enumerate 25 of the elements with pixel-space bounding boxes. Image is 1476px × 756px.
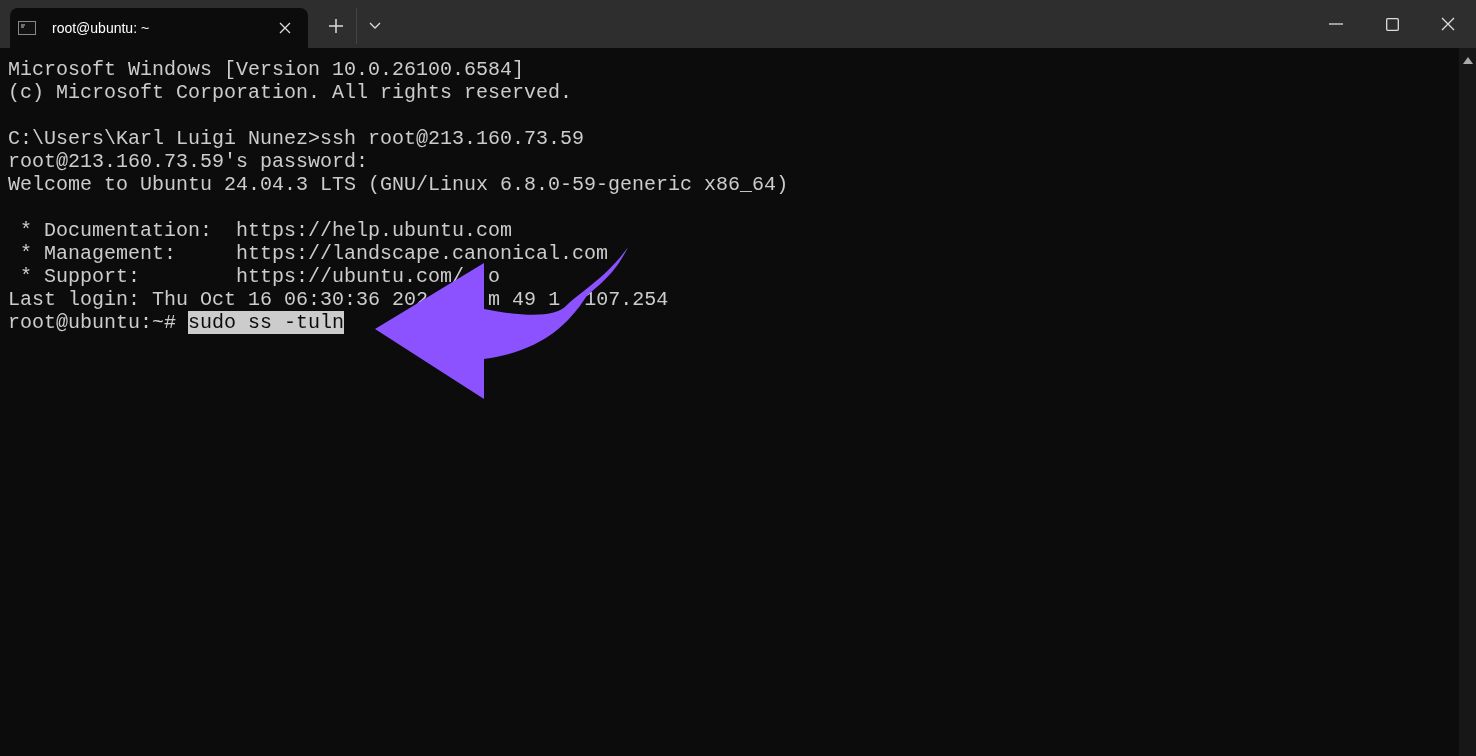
command-text: sudo ss -tuln: [188, 311, 345, 334]
close-icon: [279, 22, 291, 34]
maximize-icon: [1385, 17, 1399, 31]
terminal-text: * Support: https://ubuntu.com/: [20, 265, 465, 288]
chevron-down-icon: [368, 22, 381, 30]
terminal-text: root@213.160.73.59's password:: [8, 150, 369, 173]
shell-prompt: root@ubuntu:~#: [8, 311, 177, 334]
close-icon: [1441, 17, 1455, 31]
scroll-up-icon[interactable]: [1462, 56, 1473, 64]
terminal-icon: [18, 21, 36, 35]
terminal-text: C:\Users\Karl Luigi Nunez>ssh root@213.160.73.59: [8, 127, 585, 150]
terminal-text: Microsoft Windows [Version 10.0.26100.6584]: [8, 58, 525, 81]
terminal-text: 1: [548, 288, 561, 311]
terminal-text: o: [488, 265, 501, 288]
terminal-tab[interactable]: root@ubuntu: ~: [10, 8, 308, 48]
terminal-text: m 49: [488, 288, 537, 311]
plus-icon: [329, 19, 343, 33]
terminal-text: Welcome to Ubuntu 24.04.3 LTS (GNU/Linux 6.8.0-59-generic x86_64): [8, 173, 789, 196]
terminal-text: (c) Microsoft Corporation. All rights reserved.: [8, 81, 573, 104]
terminal-text: * Management: https://landscape.canonical.com: [20, 242, 609, 265]
terminal-text: * Documentation: https://help.ubuntu.com: [20, 219, 513, 242]
scrollbar[interactable]: [1459, 48, 1476, 756]
tab-title: root@ubuntu: ~: [52, 18, 151, 38]
minimize-icon: [1329, 23, 1343, 25]
terminal-text: 107.254: [584, 288, 669, 311]
